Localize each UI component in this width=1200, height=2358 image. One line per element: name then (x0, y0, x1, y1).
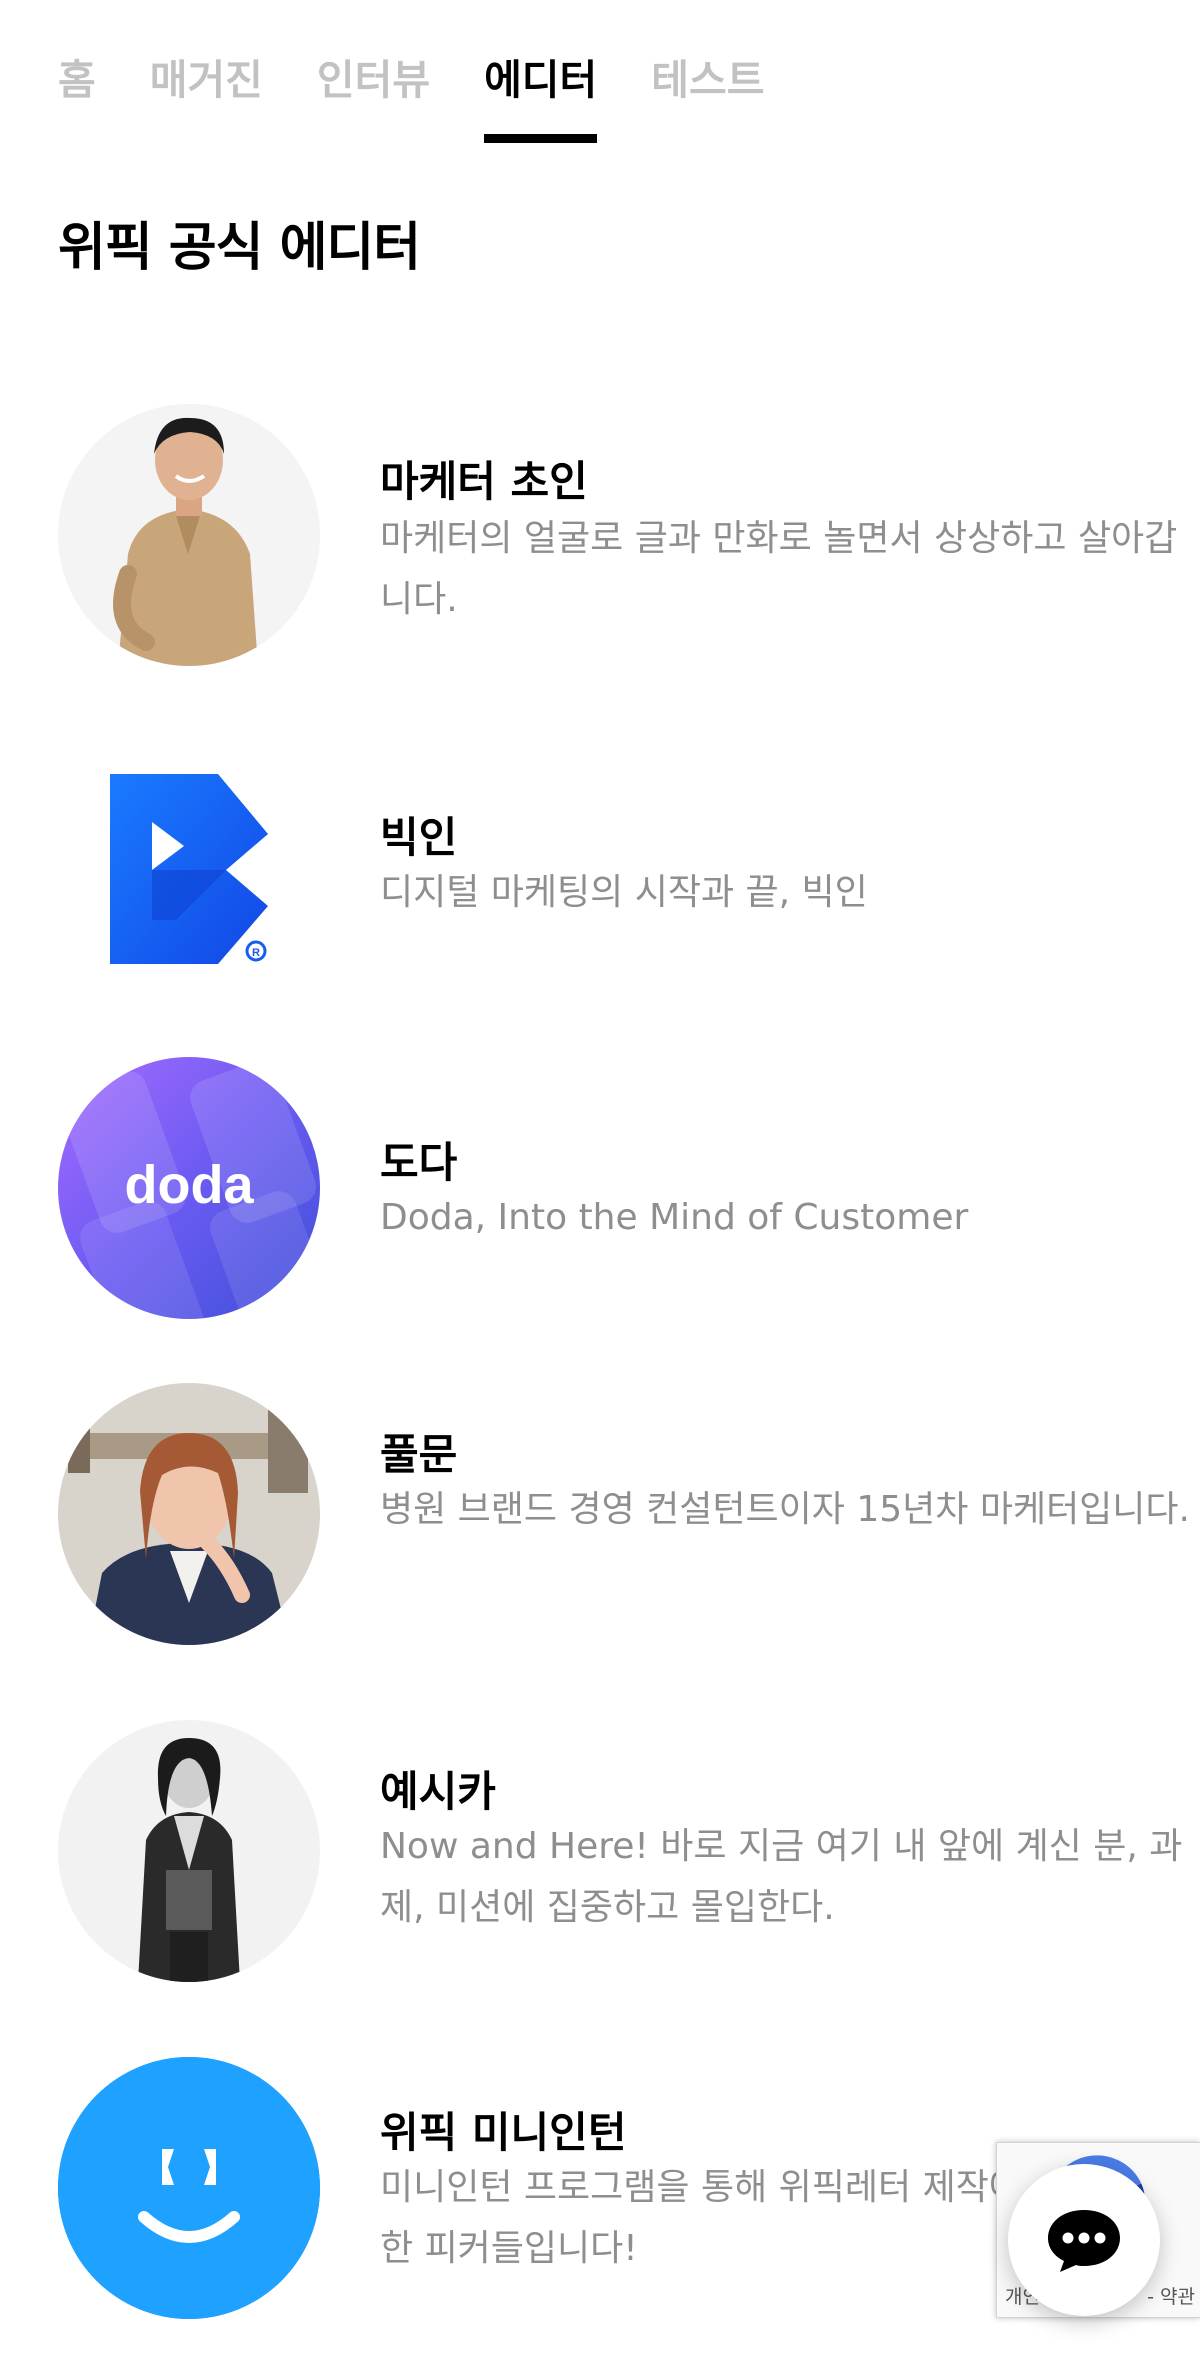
person-photo-icon (58, 404, 320, 666)
editor-description: 디지털 마케팅의 시작과 끝, 빅인 (380, 872, 868, 913)
chat-button[interactable] (1008, 2164, 1160, 2316)
editor-avatar (58, 2057, 320, 2319)
editor-avatar (58, 1383, 320, 1645)
editor-description: Doda, Into the Mind of Customer (380, 1197, 969, 1238)
editor-description: 병원 브랜드 경영 컨설턴트이자 15년차 마케터입니다. (380, 1489, 1190, 1530)
editor-avatar: doda (58, 1057, 320, 1319)
tab-interview[interactable]: 인터뷰 (317, 0, 430, 145)
tab-home[interactable]: 홈 (58, 0, 96, 145)
editor-item-fullmoon[interactable]: 풀문 병원 브랜드 경영 컨설턴트이자 15년차 마케터입니다. (58, 1383, 1190, 1645)
editor-avatar: R (58, 738, 320, 1000)
editor-item-marketer-choin[interactable]: 마케터 초인 마케터의 얼굴로 글과 만화로 놀면서 상상하고 살아갑니다. (58, 404, 1177, 666)
tab-test[interactable]: 테스트 (651, 0, 764, 145)
top-tab-bar: 홈 매거진 인터뷰 에디터 테스트 (58, 0, 818, 145)
editor-name: 빅인 (380, 813, 458, 862)
tab-magazine[interactable]: 매거진 (150, 0, 263, 145)
page-title: 위픽 공식 에디터 (58, 218, 421, 278)
editor-name: 풀문 (380, 1430, 458, 1479)
person-photo-icon (58, 1720, 320, 1982)
smile-logo-icon (58, 2057, 320, 2319)
editor-name: 예시카 (380, 1767, 496, 1816)
editor-description: 마케터의 얼굴로 글과 만화로 놀면서 상상하고 살아갑니다. (380, 518, 1178, 620)
editor-name: 위픽 미니인턴 (380, 2108, 627, 2157)
editor-name: 도다 (380, 1138, 458, 1187)
doda-logo-icon: doda (58, 1057, 320, 1319)
doda-logo-text: doda (125, 1155, 255, 1215)
editor-item-bigin[interactable]: R 빅인 디지털 마케팅의 시작과 끝, 빅인 (58, 738, 1138, 1000)
svg-text:R: R (252, 947, 260, 959)
editor-item-wepick-mini-intern[interactable]: 위픽 미니인턴 미니인턴 프로그램을 통해 위픽레터 제작에 참여한 피커들입니… (58, 2057, 1138, 2319)
bigin-logo-icon: R (110, 774, 268, 964)
editor-avatar (58, 1720, 320, 1982)
editor-description: 미니인턴 프로그램을 통해 위픽레터 제작에 참여한 피커들입니다! (380, 2167, 1100, 2269)
editor-avatar (58, 404, 320, 666)
tab-editor[interactable]: 에디터 (484, 0, 598, 145)
recaptcha-terms-link[interactable]: - 약관 (1147, 2282, 1195, 2309)
editor-item-doda[interactable]: doda 도다 Doda, Into the Mind of Customer (58, 1057, 1138, 1319)
editor-item-yessica[interactable]: 예시카 Now and Here! 바로 지금 여기 내 앞에 계신 분, 과제… (58, 1720, 1182, 1982)
editor-description: Now and Here! 바로 지금 여기 내 앞에 계신 분, 과제, 미션… (380, 1826, 1183, 1928)
editor-name: 마케터 초인 (380, 457, 588, 506)
person-photo-icon (58, 1383, 320, 1645)
chat-bubble-icon (1048, 2210, 1120, 2272)
